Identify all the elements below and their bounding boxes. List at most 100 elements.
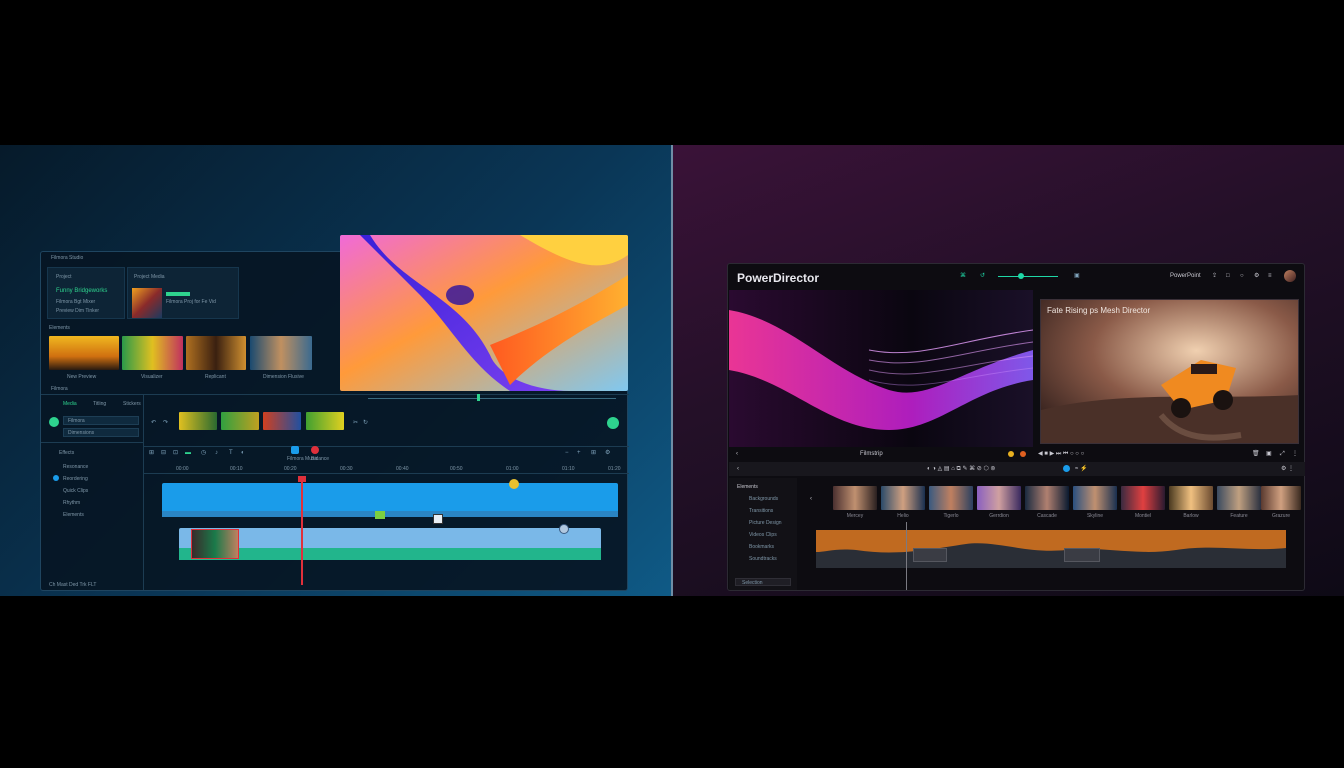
marker-icon[interactable] — [509, 479, 519, 489]
speed-tool-icon[interactable]: ◷ — [201, 450, 206, 456]
element-thumb-1[interactable] — [49, 336, 119, 370]
connect-icon[interactable]: ⌘ — [960, 273, 966, 279]
overlay-track-clip[interactable] — [179, 528, 601, 560]
element-thumb-4[interactable] — [250, 336, 312, 370]
prop-field-1[interactable]: Filmora — [63, 416, 139, 425]
audio-track-clip[interactable] — [179, 548, 601, 560]
share-icon[interactable]: ⇪ — [1212, 273, 1217, 279]
side-item-soundtracks[interactable]: Soundtracks — [749, 556, 777, 562]
toolbar-back-icon[interactable]: ‹ — [737, 466, 739, 472]
prop-field-2[interactable]: Dimensions — [63, 428, 139, 437]
marker-dot-icon[interactable] — [1008, 451, 1014, 457]
project-thumbnail[interactable] — [132, 288, 162, 318]
toolbar-tools-icon-2[interactable]: ≈ ⚡ — [1075, 466, 1087, 472]
film-thumb-4[interactable] — [977, 486, 1021, 510]
window-icon-2[interactable]: □ — [1226, 273, 1230, 279]
nav-item-resonance[interactable]: Resonance — [63, 464, 88, 470]
fullscreen-icon[interactable]: ⤢ — [1280, 451, 1285, 457]
scrubber-handle[interactable] — [477, 394, 480, 401]
split-tool-icon[interactable]: ⊟ — [161, 450, 166, 456]
undo-icon[interactable]: ↶ — [151, 420, 156, 426]
nav-item-effects[interactable]: Effects — [59, 450, 74, 456]
media-tab-project-media[interactable]: Project Media — [134, 274, 165, 280]
element-thumb-3[interactable] — [186, 336, 246, 370]
add-green-button[interactable] — [49, 417, 59, 427]
film-thumb-5[interactable] — [1025, 486, 1069, 510]
back-icon[interactable]: ‹ — [736, 451, 738, 457]
fit-icon[interactable]: ⊞ — [591, 450, 596, 456]
film-thumb-3[interactable] — [929, 486, 973, 510]
mode-tab-media[interactable]: Media — [63, 401, 77, 407]
playhead[interactable] — [301, 479, 303, 585]
transition-icon[interactable] — [433, 514, 443, 524]
clip-thumb-3[interactable] — [263, 412, 301, 430]
timeline-ruler[interactable]: 00:00 00:10 00:20 00:30 00:40 00:50 01:0… — [144, 464, 629, 474]
record-dot-icon[interactable] — [1020, 451, 1026, 457]
mode-tab-stickers[interactable]: Stickers — [123, 401, 141, 407]
secondary-preview-viewer[interactable]: Fate Rising ps Mesh Director — [1040, 299, 1299, 444]
record-icon[interactable] — [311, 446, 319, 454]
element-thumb-2[interactable] — [122, 336, 183, 370]
cut-icon[interactable]: ✂ — [353, 420, 358, 426]
audio-tool-icon[interactable]: ♪ — [215, 450, 218, 456]
play-button[interactable] — [607, 417, 619, 429]
main-preview-viewer[interactable] — [729, 290, 1033, 447]
film-thumb-2[interactable] — [881, 486, 925, 510]
audio-track[interactable] — [816, 530, 1286, 568]
zoom-out-icon[interactable]: − — [565, 450, 569, 456]
film-thumb-8[interactable] — [1169, 486, 1213, 510]
export-icon[interactable]: ▣ — [1266, 451, 1272, 457]
video-track-clip[interactable] — [162, 483, 618, 517]
film-thumb-10[interactable] — [1261, 486, 1301, 510]
mask-tool-icon[interactable]: ◐ — [241, 450, 245, 456]
playhead-handle[interactable] — [298, 476, 306, 482]
film-thumb-9[interactable] — [1217, 486, 1261, 510]
clip-thumb-4[interactable] — [306, 412, 344, 430]
volume-slider[interactable] — [998, 276, 1058, 277]
crop-tool-icon[interactable]: ⊡ — [173, 450, 178, 456]
menu-icon[interactable]: ≡ — [1268, 273, 1272, 279]
filmstrip-prev-icon[interactable]: ‹ — [810, 496, 812, 502]
color-tool-icon[interactable]: ▬ — [185, 450, 191, 456]
nav-item-quick-clips[interactable]: Quick Clips — [63, 488, 88, 494]
settings-icon[interactable]: ⚙ — [605, 450, 610, 456]
film-thumb-7[interactable] — [1121, 486, 1165, 510]
window-icon[interactable]: ▣ — [1074, 273, 1080, 279]
bottom-field[interactable]: Selection — [735, 578, 791, 586]
side-item-bookmarks[interactable]: Bookmarks — [749, 544, 774, 550]
nav-item-reordering[interactable]: Reordering — [63, 476, 88, 482]
nav-item-elements[interactable]: Elements — [63, 512, 84, 518]
side-item-videos-clips[interactable]: Videos Clips — [749, 532, 777, 538]
side-item-transitions[interactable]: Transitions — [749, 508, 773, 514]
playback-controls-icon[interactable]: ◀ ■ ▶ ⏭ ⏮ ○ ○ ○ — [1038, 451, 1084, 457]
film-thumb-6[interactable] — [1073, 486, 1117, 510]
clip-thumb-2[interactable] — [221, 412, 259, 430]
film-thumb-1[interactable] — [833, 486, 877, 510]
side-item-backgrounds[interactable]: Backgrounds — [749, 496, 778, 502]
user-avatar[interactable] — [1284, 270, 1296, 282]
select-tool-icon[interactable]: ⊞ — [149, 450, 154, 456]
side-item-picture-design[interactable]: Picture Design — [749, 520, 782, 526]
mode-tab-titling[interactable]: Titling — [93, 401, 106, 407]
toolbar-tools-icon[interactable]: ◐ ◑ ◬ ▤ ⌂ ⧉ ✎ ⌘ ⊘ ⬡ ⊚ — [927, 466, 995, 472]
toolbar-settings-icon[interactable]: ⚙ ⋮ — [1281, 466, 1294, 472]
help-icon[interactable]: ○ — [1240, 273, 1244, 279]
refresh-icon[interactable]: ↻ — [363, 420, 368, 426]
left-preview-viewer[interactable] — [340, 235, 628, 391]
project-box[interactable]: Project Funny Bridgeworks Filmora Bgt Mi… — [47, 267, 125, 319]
overlay-thumbnail[interactable] — [191, 529, 239, 559]
audio-clip-marker-1[interactable] — [913, 548, 947, 562]
media-tab-project[interactable]: Project — [56, 274, 72, 280]
clip-handle-icon[interactable] — [559, 524, 569, 534]
loop-icon[interactable]: ↺ — [980, 273, 985, 279]
settings-icon-right[interactable]: ⚙ — [1254, 273, 1259, 279]
music-icon[interactable] — [291, 446, 299, 454]
more-icon[interactable]: ⋮ — [1292, 451, 1298, 457]
right-playhead[interactable] — [906, 522, 907, 590]
zoom-in-icon[interactable]: + — [577, 450, 581, 456]
nav-item-rhythm[interactable]: Rhythm — [63, 500, 80, 506]
scrubber-track[interactable] — [368, 398, 616, 399]
clip-thumb-1[interactable] — [179, 412, 217, 430]
keyframe-icon[interactable] — [375, 511, 385, 519]
audio-clip-marker-2[interactable] — [1064, 548, 1100, 562]
